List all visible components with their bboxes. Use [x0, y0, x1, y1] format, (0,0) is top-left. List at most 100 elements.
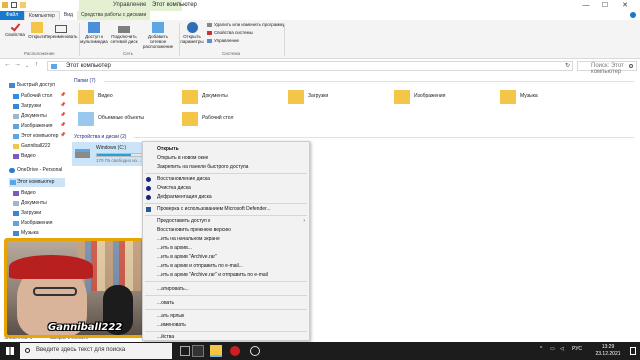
volume-icon[interactable]: ◁: [560, 346, 564, 352]
3d-objects-folder-icon: [78, 112, 94, 126]
menu-label: ...атировать...: [157, 286, 189, 292]
menu-label: ...ать ярлык: [157, 313, 185, 319]
refresh-icon[interactable]: ↻: [565, 62, 570, 69]
app-icon[interactable]: [192, 345, 204, 357]
nav-item-desktop[interactable]: Рабочий стол: [13, 92, 52, 101]
forward-arrow-icon[interactable]: →: [14, 61, 21, 68]
nav-item-videos-quick[interactable]: Видео: [13, 152, 36, 161]
nav-onedrive[interactable]: OneDrive - Personal: [9, 166, 62, 175]
submenu-arrow-icon: ›: [303, 218, 305, 224]
tab-drive-tools[interactable]: Средства работы с дисками: [76, 11, 151, 20]
tab-view[interactable]: Вид: [60, 11, 77, 20]
back-arrow-icon[interactable]: ←: [4, 61, 11, 68]
new-folder-icon[interactable]: [20, 2, 26, 8]
file-explorer-icon[interactable]: [210, 345, 222, 357]
language-indicator[interactable]: РУС: [572, 346, 582, 352]
task-view-icon[interactable]: [180, 346, 190, 356]
checkbox-icon[interactable]: [11, 2, 17, 8]
devices-section-header[interactable]: Устройства и диски (2): [74, 134, 126, 140]
system-properties-button[interactable]: Свойства системы: [207, 30, 253, 35]
nav-item-this-pc-pinned[interactable]: Этот компьютер: [13, 132, 58, 141]
add-location-button[interactable]: Добавить сетевое расположение: [140, 22, 176, 49]
pictures-folder-icon: [13, 221, 19, 226]
nav-item-downloads-pc[interactable]: Загрузки: [13, 209, 41, 218]
network-icon[interactable]: ▭: [550, 346, 555, 352]
menu-item-copy[interactable]: ...овать: [143, 299, 309, 308]
menu-item-disk-cleanup[interactable]: Очистка диска: [143, 184, 309, 193]
menu-separator: [145, 295, 307, 296]
menu-item-restore-version[interactable]: Восстановить прежнюю версию: [143, 226, 309, 235]
nav-item-videos[interactable]: Видео: [13, 189, 36, 198]
tab-file[interactable]: Файл: [0, 11, 24, 20]
opera-icon[interactable]: [230, 346, 240, 356]
nav-item-downloads[interactable]: Загрузки: [13, 102, 41, 111]
menu-item-pin-start[interactable]: ...ить на начальном экране: [143, 235, 309, 244]
app-circle-icon[interactable]: [250, 346, 260, 356]
windows-start-icon[interactable]: [6, 347, 14, 355]
menu-item-rename[interactable]: ...именовать: [143, 321, 309, 330]
address-bar[interactable]: Этот компьютер ↻: [47, 61, 573, 71]
nav-label: Музыка: [21, 230, 39, 236]
nav-item-pictures[interactable]: Изображения: [13, 122, 53, 131]
computer-icon: [10, 180, 16, 185]
manage-button[interactable]: Управление: [207, 38, 239, 43]
menu-item-archive-rar-email[interactable]: ...ить в архив "Archive.rar" и отправить…: [143, 271, 309, 280]
uninstall-button[interactable]: Удалить или изменить программу: [207, 22, 285, 27]
nav-item-documents-pc[interactable]: Документы: [13, 199, 47, 208]
tray-chevron-icon[interactable]: ^: [540, 346, 542, 352]
menu-item-defrag[interactable]: Дефрагментация диска: [143, 193, 309, 202]
help-icon[interactable]: [630, 12, 636, 18]
search-icon: [629, 64, 633, 68]
pin-icon: 📌: [60, 102, 66, 107]
menu-item-add-archive[interactable]: ...ить в архив...: [143, 244, 309, 253]
menu-item-create-shortcut[interactable]: ...ать ярлык: [143, 312, 309, 321]
documents-folder-icon: [13, 201, 19, 206]
minimize-button[interactable]: —: [578, 0, 594, 11]
nav-item-music[interactable]: Музыка: [13, 229, 39, 238]
folder-name: Загрузки: [308, 93, 329, 99]
map-drive-button[interactable]: Подключить сетевой диск: [110, 22, 138, 44]
menu-item-disk-recovery[interactable]: Восстановление диска: [143, 175, 309, 184]
nav-label: Изображения: [21, 123, 53, 129]
folder-icon[interactable]: [2, 2, 8, 8]
maximize-button[interactable]: ☐: [597, 0, 613, 11]
menu-item-open-new-window[interactable]: Открыть в новом окне: [143, 154, 309, 163]
folders-section-header[interactable]: Папки (7): [74, 78, 96, 84]
close-button[interactable]: ✕: [617, 0, 633, 11]
menu-item-properties[interactable]: ...йства: [143, 333, 309, 340]
clock[interactable]: 13:29 23.12.2021: [588, 344, 628, 358]
nav-this-pc[interactable]: Этот компьютер: [9, 178, 65, 187]
media-access-button[interactable]: Доступ к мультимедиа: [80, 22, 108, 44]
menu-item-pin-quick-access[interactable]: Закрепить на панели быстрого доступа: [143, 163, 309, 172]
nav-item-documents[interactable]: Документы: [13, 112, 47, 121]
chevron-down-icon[interactable]: ⌄: [25, 63, 29, 69]
menu-separator: [145, 203, 307, 204]
drive-name: Windows (C:): [96, 145, 127, 151]
menu-item-defender-scan[interactable]: Проверка с использованием Microsoft Defe…: [143, 205, 309, 214]
notifications-icon[interactable]: [630, 347, 636, 355]
menu-item-open[interactable]: Открыть: [143, 145, 309, 154]
manage-label: Управление: [214, 38, 240, 43]
taskbar-search-input[interactable]: Введите здесь текст для поиска: [20, 343, 172, 359]
folder-name: Рабочий стол: [202, 115, 234, 121]
menu-item-add-archive-rar[interactable]: ...ить в архив "Archive.rar": [143, 253, 309, 262]
folder-name: Музыка: [520, 93, 538, 99]
uninstall-label: Удалить или изменить программу: [214, 22, 285, 27]
address-path[interactable]: Этот компьютер: [66, 63, 111, 69]
search-input[interactable]: Поиск: Этот компьютер: [577, 61, 637, 75]
rename-button[interactable]: Переименовать: [44, 22, 78, 39]
up-arrow-icon[interactable]: ↑: [35, 61, 39, 68]
menu-label: ...ить в архив и отправить по e-mail...: [157, 263, 243, 269]
menu-item-format[interactable]: ...атировать...: [143, 285, 309, 294]
nav-item-pictures-pc[interactable]: Изображения: [13, 219, 52, 228]
open-settings-button[interactable]: Открыть параметры: [179, 22, 205, 44]
menu-item-give-access[interactable]: Предоставить доступ к ›: [143, 217, 309, 226]
nav-item-ganniball[interactable]: Ganniball222: [13, 142, 50, 151]
rename-icon: [55, 25, 67, 33]
menu-label: Открыть в новом окне: [157, 155, 209, 161]
menu-label: Очистка диска: [157, 185, 191, 191]
nav-quick-access[interactable]: Быстрый доступ: [9, 81, 55, 90]
tab-computer[interactable]: Компьютер: [24, 11, 60, 20]
search-icon: [25, 348, 30, 353]
menu-item-archive-email[interactable]: ...ить в архив и отправить по e-mail...: [143, 262, 309, 271]
